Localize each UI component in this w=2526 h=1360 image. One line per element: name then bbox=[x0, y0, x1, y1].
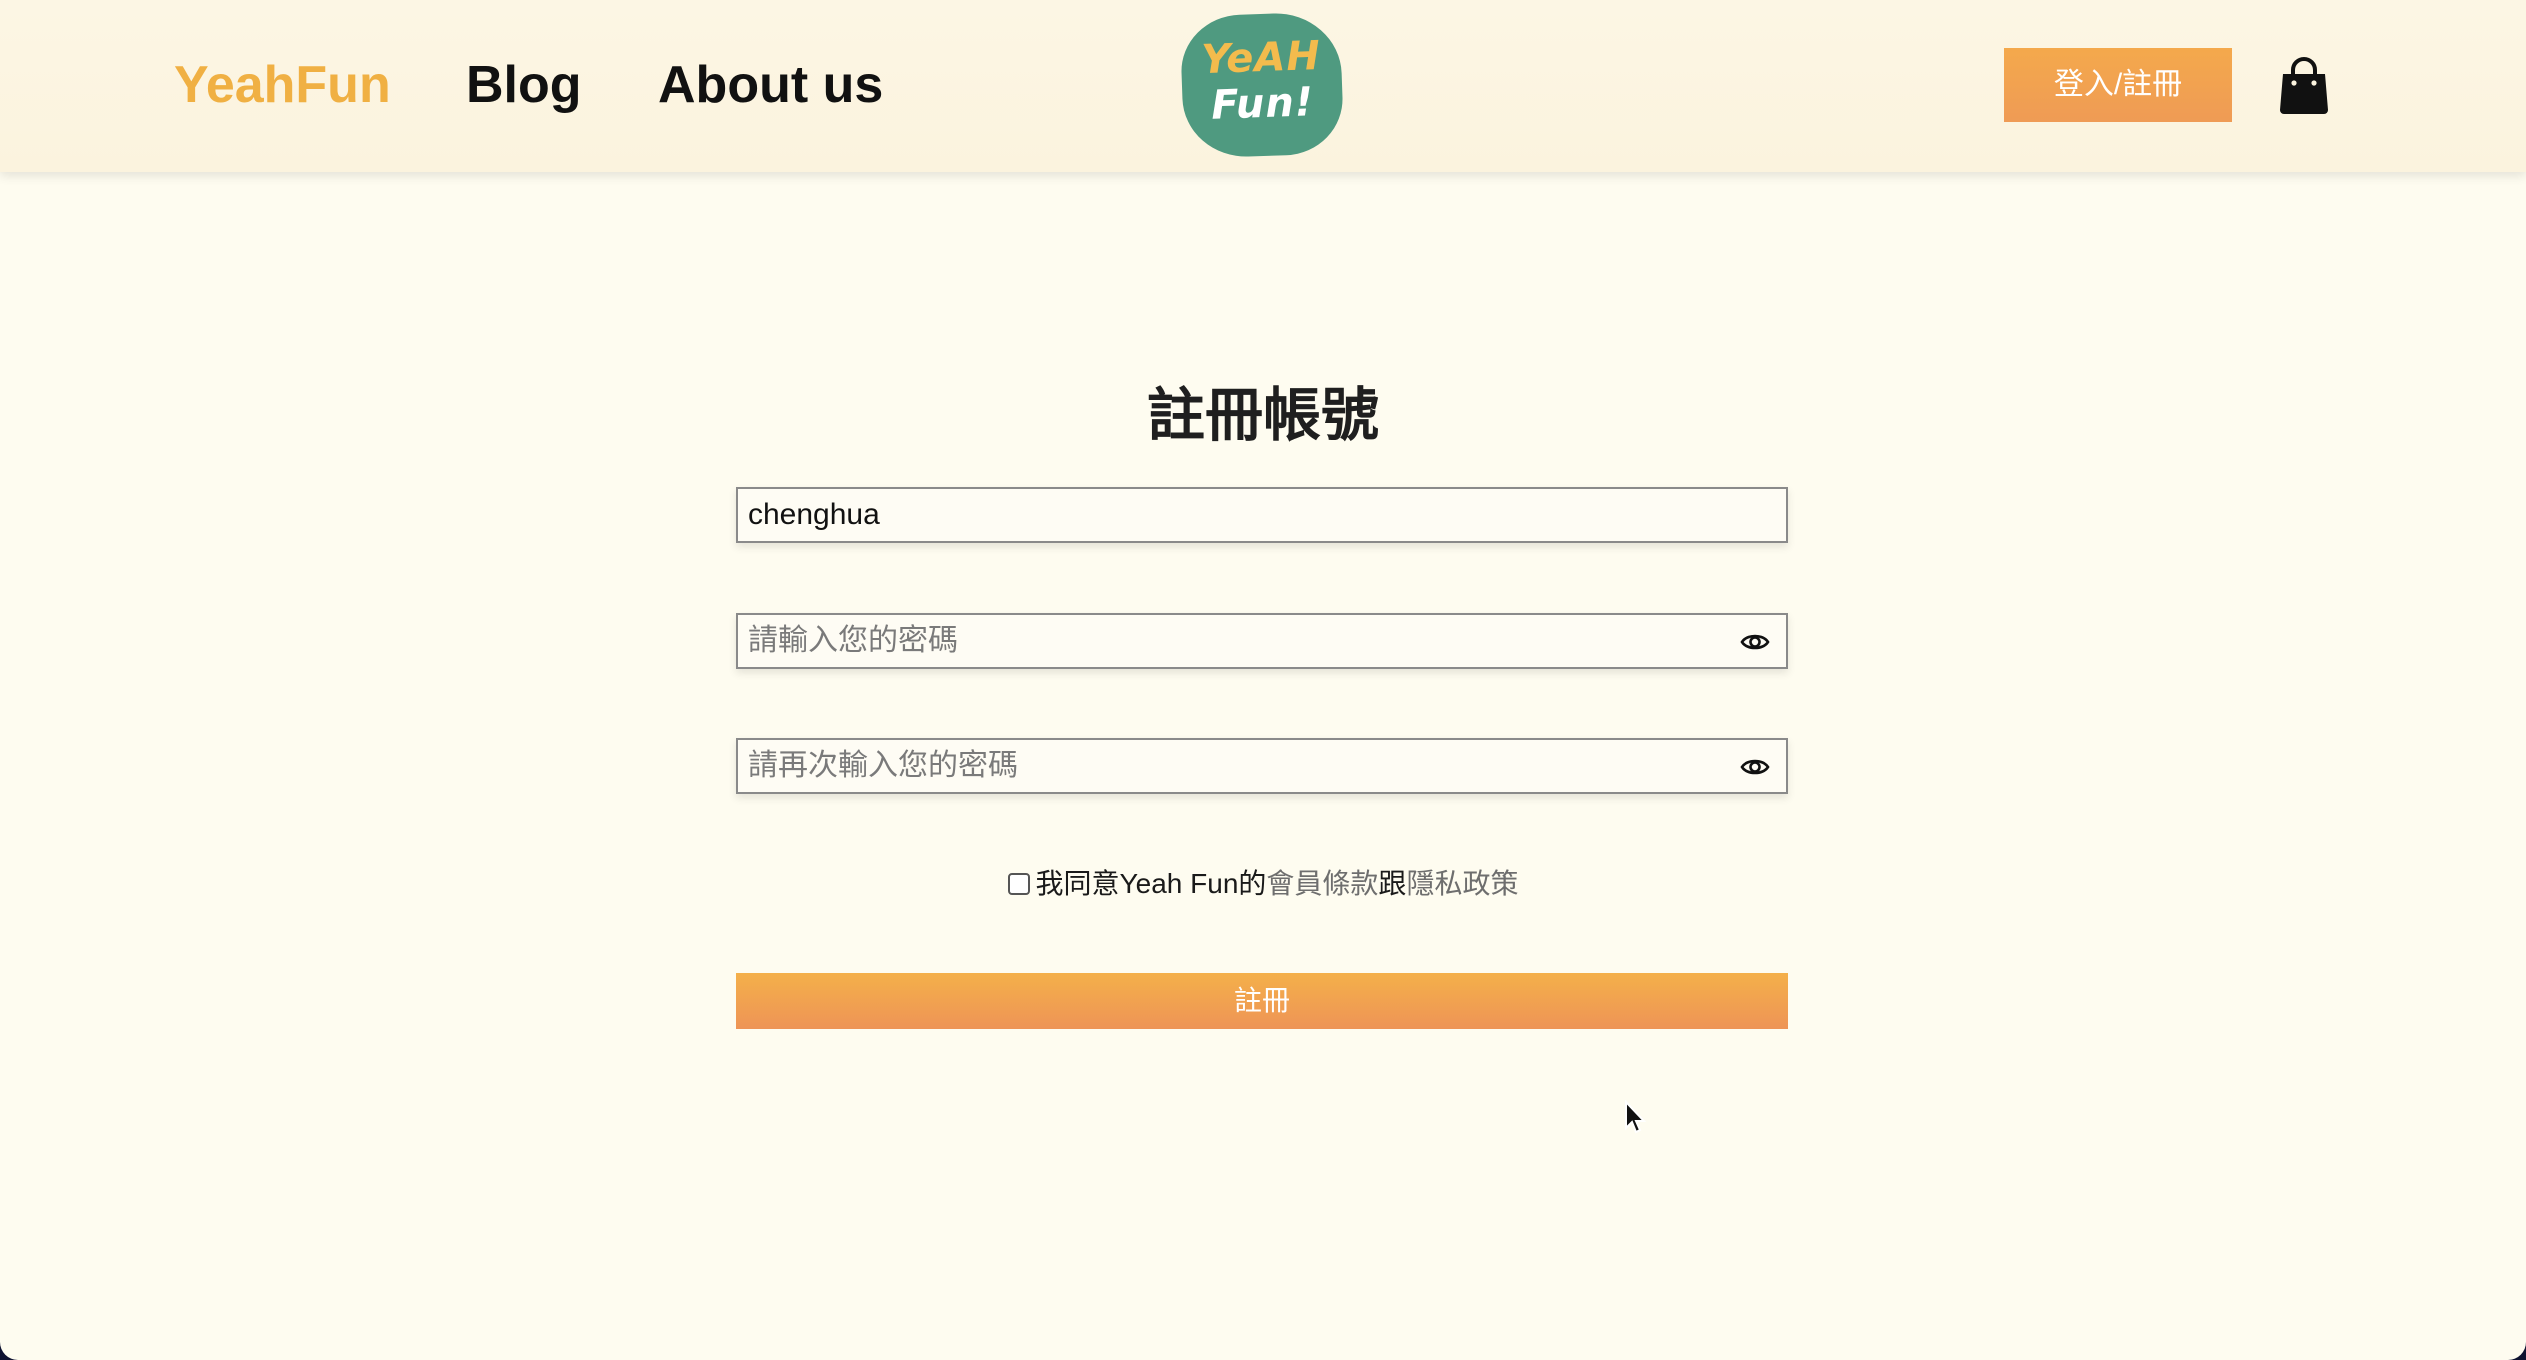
username-field bbox=[736, 487, 1788, 543]
register-submit-button[interactable]: 註冊 bbox=[736, 973, 1788, 1029]
nav-about-link[interactable]: About us bbox=[658, 50, 883, 120]
logo-text-bottom: Fun! bbox=[1210, 79, 1315, 129]
nav-brand-link[interactable]: YeahFun bbox=[174, 50, 391, 120]
password-field bbox=[736, 613, 1788, 669]
eye-icon[interactable] bbox=[1740, 752, 1770, 782]
agree-text-middle: 跟 bbox=[1378, 868, 1407, 899]
username-input[interactable] bbox=[738, 489, 1786, 541]
member-terms-link[interactable]: 會員條款 bbox=[1266, 868, 1378, 899]
confirm-password-input[interactable] bbox=[738, 740, 1786, 792]
eye-icon[interactable] bbox=[1740, 627, 1770, 657]
agree-text-prefix: 我同意Yeah Fun的 bbox=[1035, 868, 1267, 899]
shopping-bag-icon[interactable] bbox=[2278, 56, 2330, 116]
login-register-button[interactable]: 登入/註冊 bbox=[2004, 48, 2232, 122]
top-navbar: YeahFun Blog About us YeAH Fun! 登入/註冊 bbox=[0, 0, 2526, 172]
mouse-cursor-icon bbox=[1625, 1100, 1647, 1134]
browser-page: YeahFun Blog About us YeAH Fun! 登入/註冊 註冊… bbox=[0, 0, 2526, 1360]
password-input[interactable] bbox=[738, 615, 1786, 667]
register-title: 註冊帳號 bbox=[1146, 383, 1379, 448]
nav-blog-link[interactable]: Blog bbox=[466, 50, 582, 120]
logo-text-top: YeAH bbox=[1200, 32, 1322, 84]
yeahfun-logo[interactable]: YeAH Fun! bbox=[1179, 11, 1345, 159]
privacy-policy-link[interactable]: 隱私政策 bbox=[1406, 868, 1518, 899]
agree-checkbox[interactable] bbox=[1007, 872, 1030, 895]
terms-agreement: 我同意Yeah Fun的會員條款跟隱私政策 bbox=[0, 862, 2526, 906]
confirm-password-field bbox=[736, 738, 1788, 794]
